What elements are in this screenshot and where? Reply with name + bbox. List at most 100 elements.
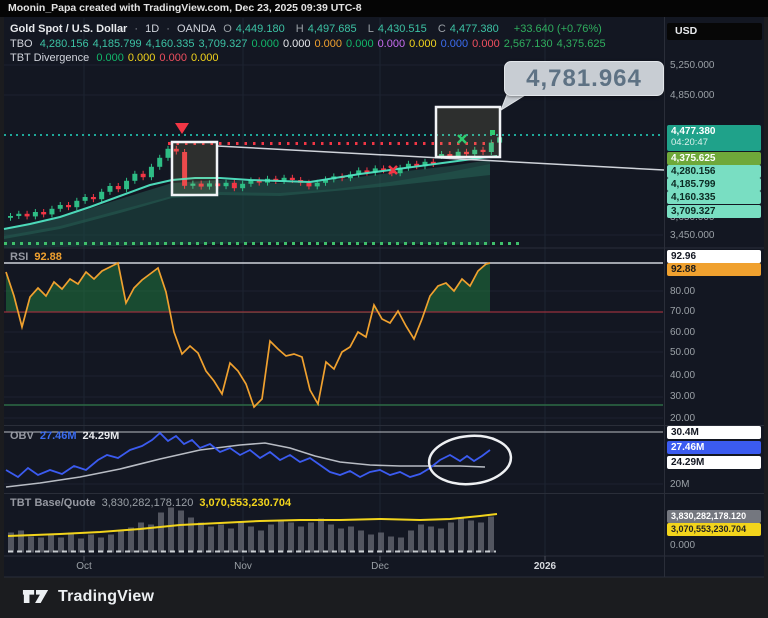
volume-bar (388, 537, 394, 553)
volume-bar (48, 535, 54, 553)
currency-usd-button[interactable]: USD (667, 23, 762, 40)
tbo-value: 0.000 (409, 38, 437, 50)
volume-bar (468, 521, 474, 553)
volume-bar (288, 523, 294, 553)
scale-label: 60.00 (670, 327, 695, 338)
volume-bar (458, 519, 464, 553)
symbol-title[interactable]: Gold Spot / U.S. Dollar (10, 23, 127, 35)
tbt-divergence-label[interactable]: TBT Divergence (10, 52, 89, 64)
candle (157, 158, 162, 167)
scale-label: 4,850.000 (670, 90, 715, 101)
volume-bar (368, 535, 374, 553)
volume-bar (238, 523, 244, 553)
price-tag: 24.29M (667, 456, 761, 469)
candle (25, 214, 30, 217)
volume-bar (38, 538, 44, 553)
tbt-divergence-value: 0.000 (159, 52, 187, 64)
symbol-header-row: Gold Spot / U.S. Dollar · 1D · OANDA O4,… (10, 23, 606, 35)
volume-bar (318, 519, 324, 553)
volume-bar (108, 535, 114, 553)
tbt-divergence-values: 0.0000.0000.0000.000 (96, 52, 222, 64)
tbt-value2: 3,070,553,230.704 (199, 497, 291, 509)
scale-label: 40.00 (670, 370, 695, 381)
tradingview-logo-text: TradingView (58, 588, 154, 606)
volume-bar (268, 525, 274, 553)
volume-bar (128, 528, 134, 553)
candle (99, 192, 104, 199)
rsi-title[interactable]: RSI (10, 251, 28, 263)
volume-bar (348, 527, 354, 553)
tbo-label[interactable]: TBO (10, 38, 33, 50)
volume-bar (358, 531, 364, 553)
tbo-value: 4,160.335 (146, 38, 195, 50)
price-callout-bubble: 4,781.964 (504, 61, 664, 96)
candle (166, 149, 171, 158)
tbo-value: 0.000 (251, 38, 279, 50)
candle (240, 184, 245, 188)
tbt-divergence-row: TBT Divergence 0.0000.0000.0000.000 (10, 52, 226, 64)
ohlc-pair: L4,430.515 (368, 23, 431, 35)
candle (107, 186, 112, 192)
volume-bar (438, 529, 444, 553)
volume-bar (88, 535, 94, 553)
tbt-divergence-value: 0.000 (191, 52, 219, 64)
candle (49, 209, 54, 215)
volume-bar (98, 538, 104, 553)
tbo-value: 0.000 (441, 38, 469, 50)
scale-label: 70.00 (670, 306, 695, 317)
scale-label: 0.000 (670, 540, 695, 551)
change-value: +33.640 (+0.76%) (514, 23, 602, 35)
tbo-value: 4,185.799 (93, 38, 142, 50)
dot-marker (490, 130, 495, 135)
obv-title[interactable]: OBV (10, 430, 34, 442)
candle (306, 183, 311, 187)
separator-dot: · (166, 23, 170, 35)
volume-bar (328, 525, 334, 553)
ohlc-pair: C4,477.380 (438, 23, 503, 35)
tbo-value: 0.000 (315, 38, 343, 50)
volume-bar (188, 518, 194, 553)
tbt-value1: 3,830,282,178.120 (102, 497, 194, 509)
tbo-value: 4,280.156 (40, 38, 89, 50)
scale-label: 50.00 (670, 347, 695, 358)
scale-label: 30.00 (670, 391, 695, 402)
candle (149, 167, 154, 177)
volume-bar (338, 529, 344, 553)
volume-bar (78, 539, 84, 553)
candle (290, 178, 295, 180)
tbo-value: 4,375.625 (557, 38, 606, 50)
obv-panel-header: OBV27.46M24.29M (10, 430, 125, 442)
rsi-value: 92.88 (34, 251, 62, 263)
candle (224, 183, 229, 186)
rsi-panel-header: RSI 92.88 (10, 251, 68, 263)
time-axis-label: Dec (371, 561, 389, 572)
price-tag: 3,709.327 (667, 205, 761, 218)
volume-bar (138, 523, 144, 553)
obv-value: 27.46M (40, 430, 77, 442)
candle (141, 174, 146, 177)
price-tag: 92.96 (667, 250, 761, 263)
tbo-value: 3,709.327 (199, 38, 248, 50)
interval-label[interactable]: 1D (145, 23, 159, 35)
highlight-box (172, 142, 217, 195)
time-axis-label: Nov (234, 561, 252, 572)
separator-dot: · (134, 23, 138, 35)
volume-bar (418, 525, 424, 553)
volume-bar (248, 527, 254, 553)
tbt-divergence-value: 0.000 (128, 52, 156, 64)
tbt-divergence-value: 0.000 (96, 52, 124, 64)
candle (132, 174, 137, 181)
volume-bar (58, 538, 64, 553)
ohlc-pair: O4,449.180 (223, 23, 289, 35)
tbt-panel-header: TBT Base/Quote 3,830,282,178.120 3,070,553… (10, 497, 297, 509)
price-tag: 92.88 (667, 263, 761, 276)
sell-arrow-icon (175, 123, 189, 134)
attribution-text: Moonin_Papa created with TradingView.com… (8, 2, 362, 14)
tbt-title[interactable]: TBT Base/Quote (10, 497, 96, 509)
candle (33, 212, 38, 216)
price-tag: 4,375.625 (667, 152, 761, 165)
time-axis-label: Oct (76, 561, 92, 572)
volume-bar (408, 531, 414, 553)
volume-bar (488, 517, 494, 553)
exchange-label[interactable]: OANDA (177, 23, 216, 35)
